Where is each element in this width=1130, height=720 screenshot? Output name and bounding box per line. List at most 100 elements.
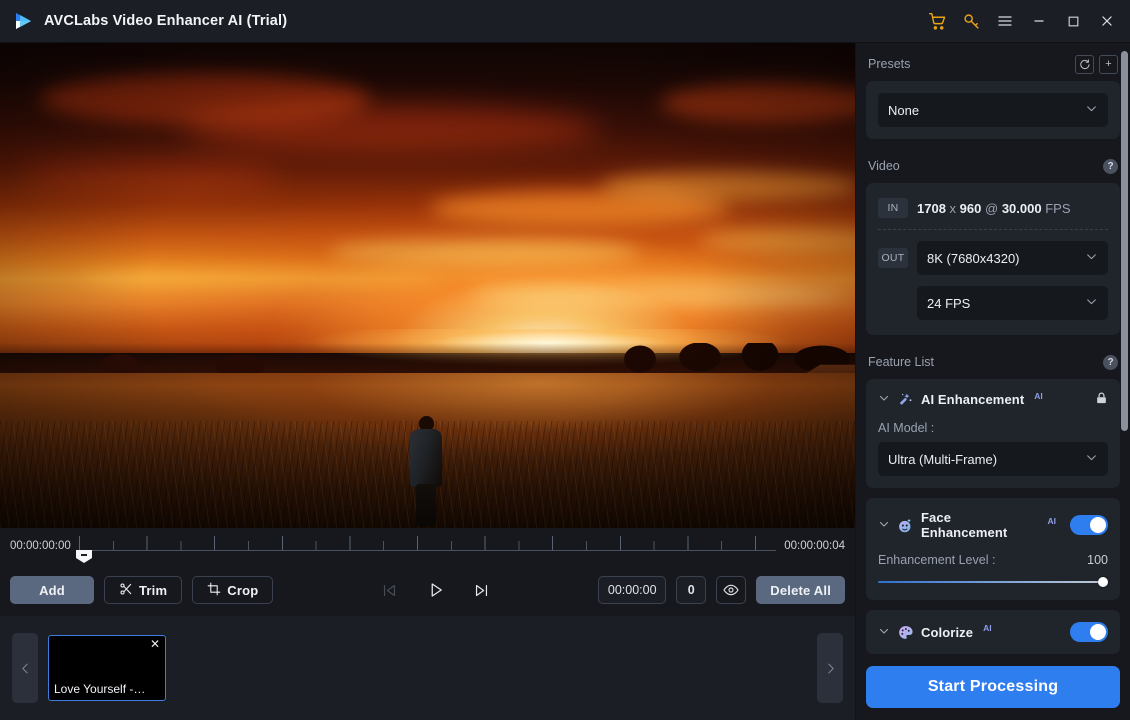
plus-icon[interactable]: + <box>1099 54 1118 74</box>
refresh-icon[interactable] <box>1075 54 1094 74</box>
close-icon[interactable] <box>1090 4 1124 38</box>
timeline-start-timecode: 00:00:00:00 <box>10 540 71 552</box>
trim-button[interactable]: Trim <box>104 576 183 604</box>
ai-badge: AI <box>983 623 992 633</box>
video-section-header: Video ? <box>866 149 1120 183</box>
in-fps-value: 30.000 <box>1001 200 1042 216</box>
menu-icon[interactable] <box>988 4 1022 38</box>
video-fps-row: 24 FPS <box>878 278 1108 323</box>
video-out-row: OUT 8K (7680x4320) <box>878 238 1108 278</box>
lock-icon[interactable] <box>1095 391 1108 408</box>
presets-title: Presets <box>868 57 911 71</box>
enhancement-level-label: Enhancement Level : <box>878 553 996 567</box>
in-tag: IN <box>878 198 908 218</box>
enhancement-level-row: Enhancement Level : 100 <box>878 553 1108 567</box>
feature-name: Colorize <box>921 624 974 640</box>
in-fps-unit: FPS <box>1045 200 1071 216</box>
feature-list-title: Feature List <box>868 355 935 369</box>
chevron-down-icon[interactable] <box>878 625 890 640</box>
trim-button-label: Trim <box>139 582 168 598</box>
slider-handle[interactable] <box>1098 577 1108 587</box>
chevron-right-icon[interactable] <box>817 633 843 703</box>
colorize-toggle[interactable] <box>1070 622 1108 642</box>
palette-icon <box>897 624 914 641</box>
chevron-down-icon <box>1085 250 1098 266</box>
playhead-pin <box>76 550 92 563</box>
video-card: IN 1708 x 960 @ 30.000 FPS OUT 8K (7680x… <box>866 183 1120 335</box>
feature-header[interactable]: Face Enhancement AI <box>878 510 1108 540</box>
page-title: AVCLabs Video Enhancer AI (Trial) <box>44 13 288 29</box>
eye-icon[interactable] <box>716 576 747 604</box>
output-fps-select[interactable]: 24 FPS <box>917 286 1108 320</box>
feature-ai-enhancement: AI Enhancement AI AI Model : Ultra (Mult… <box>866 379 1120 488</box>
timeline-ruler[interactable] <box>78 535 777 557</box>
thumbnail-label: Love Yourself -… <box>54 682 146 696</box>
crop-icon <box>207 582 221 599</box>
preset-select[interactable]: None <box>878 93 1108 127</box>
delete-all-button[interactable]: Delete All <box>756 576 846 604</box>
skip-previous-icon[interactable] <box>378 578 402 602</box>
preset-select-value: None <box>888 102 920 118</box>
frame-number-input[interactable]: 0 <box>676 576 707 604</box>
preview-cloud <box>20 161 280 191</box>
feature-header[interactable]: AI Enhancement AI <box>878 391 1108 408</box>
presets-card: None <box>866 81 1120 139</box>
chevron-down-icon <box>1085 102 1098 118</box>
face-enhancement-toggle[interactable] <box>1070 515 1108 535</box>
maximize-icon[interactable] <box>1056 4 1090 38</box>
chevron-down-icon <box>1085 295 1098 311</box>
crop-button[interactable]: Crop <box>192 576 274 604</box>
title-bar: AVCLabs Video Enhancer AI (Trial) <box>0 0 1130 43</box>
timeline-playhead[interactable] <box>76 550 92 566</box>
scrollbar-thumb[interactable] <box>1121 51 1128 431</box>
video-title: Video <box>868 159 900 173</box>
out-tag: OUT <box>878 248 908 268</box>
current-time-input[interactable]: 00:00:00 <box>598 576 667 604</box>
preview-cloud <box>80 267 440 289</box>
feature-list-section-header: Feature List ? <box>866 345 1120 379</box>
ruler-baseline <box>78 550 777 551</box>
list-item[interactable]: ✕ Love Yourself -… <box>48 635 166 701</box>
chevron-down-icon[interactable] <box>878 518 890 533</box>
in-value: 1708 x 960 @ 30.000 FPS <box>917 201 1071 216</box>
chevron-down-icon[interactable] <box>878 392 890 407</box>
play-icon[interactable] <box>424 578 448 602</box>
enhancement-level-value: 100 <box>1087 553 1108 567</box>
minimize-icon[interactable] <box>1022 4 1056 38</box>
feature-colorize: Colorize AI <box>866 610 1120 654</box>
enhancement-level-slider[interactable] <box>878 576 1108 588</box>
add-button[interactable]: Add <box>10 576 94 604</box>
main-row: 00:00:00:00 00:00:00:04 Add Trim Crop 00… <box>0 43 1130 720</box>
crop-button-label: Crop <box>227 582 259 598</box>
key-icon[interactable] <box>954 4 988 38</box>
ai-model-value: Ultra (Multi-Frame) <box>888 451 998 467</box>
feature-header[interactable]: Colorize AI <box>878 622 1108 642</box>
help-icon[interactable]: ? <box>1103 354 1118 370</box>
in-x-separator: x <box>949 200 957 216</box>
video-divider <box>878 229 1108 230</box>
output-resolution-select[interactable]: 8K (7680x4320) <box>917 241 1108 275</box>
help-icon[interactable]: ? <box>1103 158 1118 174</box>
playback-controls <box>378 578 494 602</box>
app-logo-icon <box>10 8 36 34</box>
start-processing-button[interactable]: Start Processing <box>866 666 1120 708</box>
close-icon[interactable]: ✕ <box>149 638 161 650</box>
cart-icon[interactable] <box>920 4 954 38</box>
right-panel: Presets + None Video ? IN 1708 x 960 @ 3… <box>855 43 1130 720</box>
right-panel-scrollbar[interactable] <box>1121 51 1128 720</box>
timeline-ruler-bar[interactable]: 00:00:00:00 00:00:00:04 <box>0 528 855 564</box>
ai-model-select[interactable]: Ultra (Multi-Frame) <box>878 442 1108 476</box>
media-strip: ✕ Love Yourself -… <box>0 616 855 720</box>
skip-next-icon[interactable] <box>470 578 494 602</box>
chevron-left-icon[interactable] <box>12 633 38 703</box>
in-height: 960 <box>959 200 982 216</box>
preview-cloud <box>330 239 640 265</box>
scissors-icon <box>119 582 133 599</box>
face-icon <box>897 517 914 534</box>
chevron-down-icon <box>1085 451 1098 467</box>
ruler-major-ticks <box>78 536 777 550</box>
video-preview[interactable] <box>0 43 855 528</box>
playhead-notch <box>81 554 87 556</box>
feature-name: AI Enhancement <box>921 392 1025 407</box>
in-at-separator: @ <box>985 200 999 216</box>
